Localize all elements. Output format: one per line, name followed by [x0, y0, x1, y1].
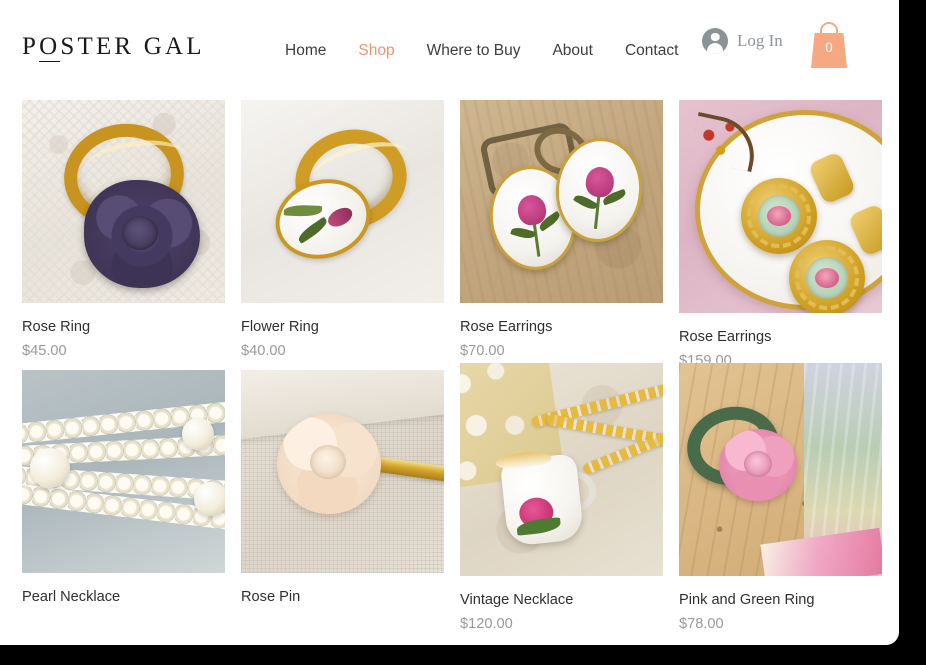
nav-item-home[interactable]: Home	[285, 42, 326, 60]
product-title[interactable]: Rose Earrings	[679, 329, 882, 345]
product-image-flower-ring[interactable]	[241, 100, 444, 303]
product-image-pink-and-green-ring[interactable]	[679, 363, 882, 576]
product-card[interactable]: Vintage Necklace $120.00	[460, 363, 663, 633]
product-image-pearl-necklace[interactable]	[22, 370, 225, 573]
user-avatar-icon	[702, 28, 728, 54]
login-label: Log In	[737, 31, 783, 50]
product-image-vintage-necklace[interactable]	[460, 363, 663, 576]
product-title[interactable]: Pink and Green Ring	[679, 592, 882, 608]
product-title[interactable]: Vintage Necklace	[460, 592, 663, 608]
product-image-rose-earrings-filigree[interactable]	[679, 100, 882, 313]
site-header: POSTER GAL Home Shop Where to Buy About …	[0, 0, 899, 96]
logo-underlined-letter: O	[39, 33, 61, 62]
logo-text-part-2: STER GAL	[60, 33, 205, 60]
logo-text-part-1: P	[22, 33, 40, 60]
nav-item-contact[interactable]: Contact	[625, 42, 678, 60]
shop-page: POSTER GAL Home Shop Where to Buy About …	[0, 0, 899, 645]
cart-button[interactable]: 0	[809, 22, 849, 68]
product-price: $40.00	[241, 343, 286, 359]
product-price: $78.00	[679, 616, 724, 632]
site-logo[interactable]: POSTER GAL	[22, 33, 205, 62]
product-image-rose-ring[interactable]	[22, 100, 225, 303]
product-card[interactable]: Pearl Necklace	[22, 370, 225, 633]
product-price: $70.00	[460, 343, 505, 359]
product-title[interactable]: Rose Earrings	[460, 319, 663, 335]
product-price	[22, 613, 225, 630]
product-card[interactable]: Flower Ring $40.00	[241, 100, 444, 370]
product-title[interactable]: Flower Ring	[241, 319, 444, 335]
product-grid: Rose Ring $45.00 Flower Ring $40.00 Rose…	[22, 100, 892, 633]
product-price: $45.00	[22, 343, 67, 359]
product-card[interactable]: Pink and Green Ring $78.00	[679, 363, 882, 633]
product-price	[241, 613, 444, 630]
product-title[interactable]: Pearl Necklace	[22, 589, 225, 605]
nav-item-shop[interactable]: Shop	[358, 42, 394, 60]
product-image-rose-pin[interactable]	[241, 370, 444, 573]
product-card[interactable]: Rose Earrings $159.00	[679, 100, 882, 370]
nav-item-about[interactable]: About	[552, 42, 593, 60]
product-card[interactable]: Rose Ring $45.00	[22, 100, 225, 370]
product-card[interactable]: Rose Earrings $70.00	[460, 100, 663, 370]
nav-item-where-to-buy[interactable]: Where to Buy	[427, 42, 521, 60]
product-title[interactable]: Rose Pin	[241, 589, 444, 605]
cart-count-badge: 0	[825, 40, 833, 56]
product-card[interactable]: Rose Pin	[241, 370, 444, 633]
main-navigation: Home Shop Where to Buy About Contact	[285, 42, 678, 60]
product-image-rose-earrings-white[interactable]	[460, 100, 663, 303]
product-price: $120.00	[460, 616, 513, 632]
product-title[interactable]: Rose Ring	[22, 319, 225, 335]
browser-window-frame: POSTER GAL Home Shop Where to Buy About …	[0, 0, 926, 665]
login-control[interactable]: Log In	[702, 28, 783, 54]
